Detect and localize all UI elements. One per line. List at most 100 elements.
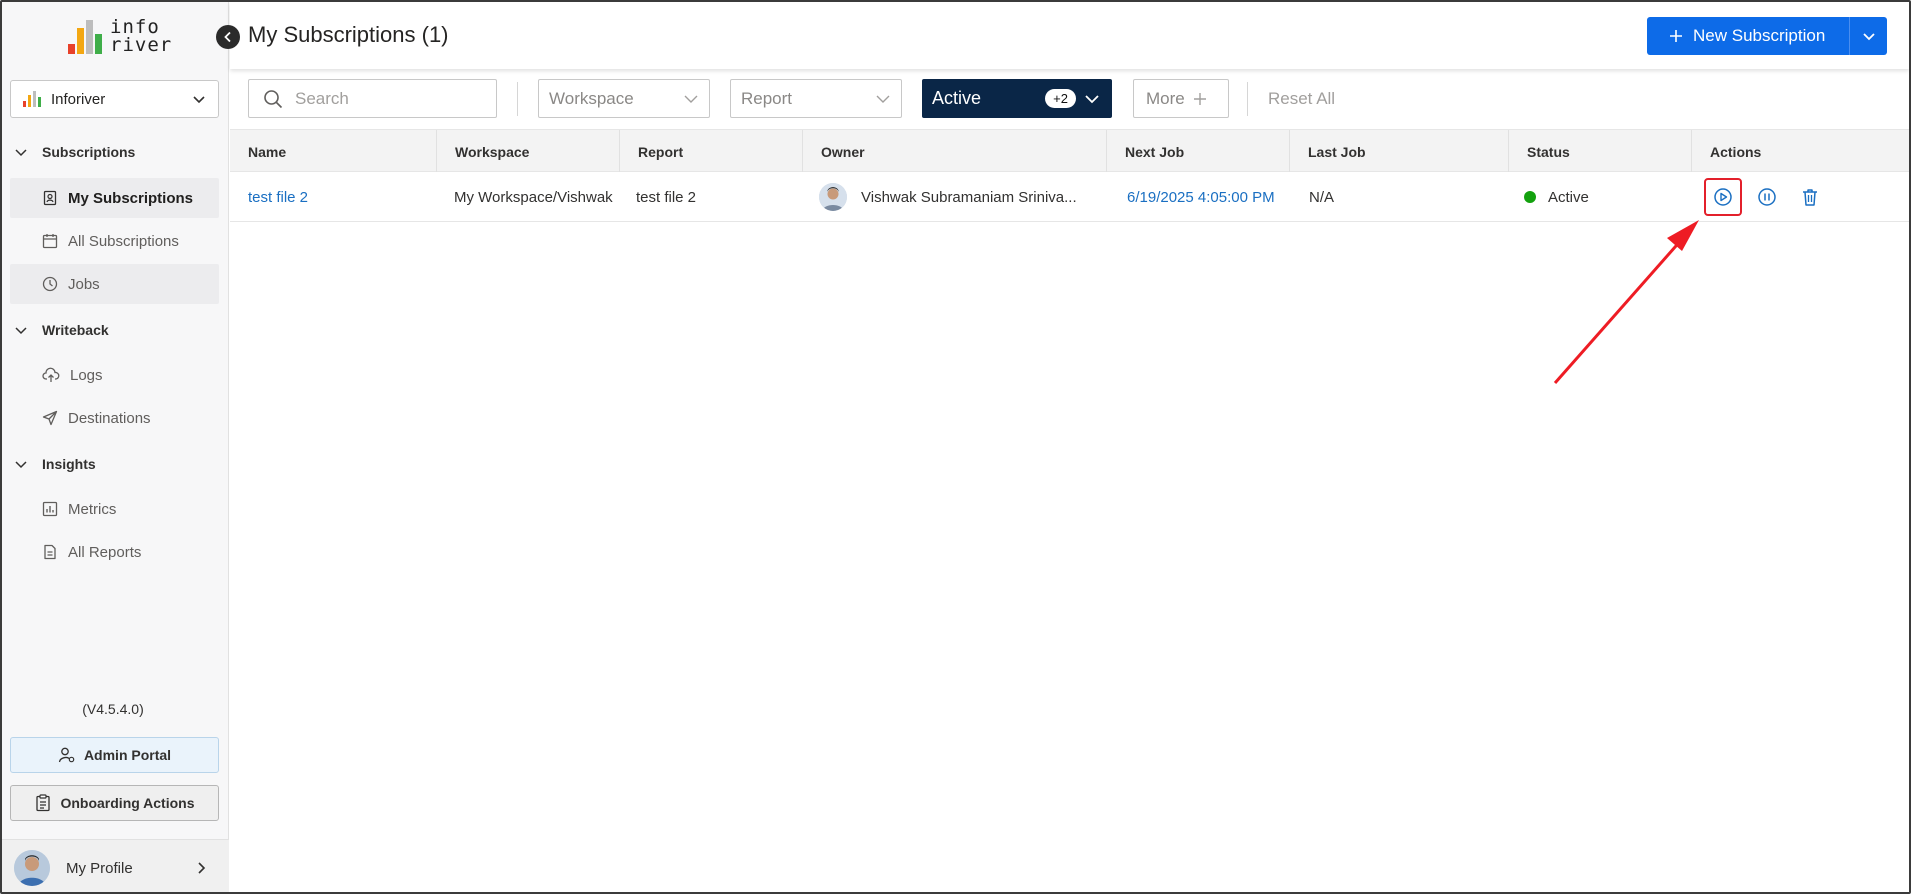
cloud-upload-icon [42,367,60,382]
chevron-right-icon [198,862,206,874]
sidebar: info river Inforiver Subscriptions My Su… [2,2,229,892]
search-icon [264,89,283,108]
section-writeback[interactable]: Writeback [2,315,229,345]
report-filter[interactable]: Report [730,79,902,118]
search-placeholder: Search [295,88,349,108]
plus-icon [1670,30,1682,42]
more-filters-button[interactable]: More [1133,79,1229,118]
column-header-owner[interactable]: Owner [803,130,1107,173]
section-label: Subscriptions [42,144,136,160]
owner-avatar [819,183,847,211]
chevron-down-icon [193,96,205,104]
new-subscription-button[interactable]: New Subscription [1647,17,1849,55]
app-window: info river Inforiver Subscriptions My Su… [0,0,1911,894]
admin-portal-button[interactable]: Admin Portal [10,737,219,773]
status-label: Active [1548,188,1589,206]
profile-label: My Profile [66,859,133,877]
new-subscription-split-button: New Subscription [1647,17,1887,55]
collapse-sidebar-button[interactable] [216,25,240,49]
bar-chart-icon [42,501,58,517]
section-label: Insights [42,456,96,472]
subscriptions-table: Name Workspace Report Owner Next Job Las… [230,129,1909,222]
filter-bar: Search Workspace Report Active +2 More R… [230,69,1909,129]
table-row: test file 2 My Workspace/Vishwak test fi… [230,172,1909,222]
reset-all-button[interactable]: Reset All [1268,89,1335,109]
admin-portal-label: Admin Portal [83,747,172,763]
owner-cell: Vishwak Subramaniam Sriniva... [819,172,1077,222]
workspace-select-label: Inforiver [51,90,106,108]
last-job-cell: N/A [1309,188,1335,206]
new-subscription-label: New Subscription [1693,26,1826,45]
status-dot-icon [1524,191,1536,203]
document-icon [44,544,56,560]
search-input[interactable]: Search [248,79,497,118]
page-title: My Subscriptions (1) [248,22,449,47]
plus-icon [1193,92,1206,105]
workspace-filter[interactable]: Workspace [538,79,710,118]
new-subscription-dropdown-button[interactable] [1849,17,1887,55]
sidebar-item-my-subscriptions[interactable]: My Subscriptions [10,178,219,218]
sidebar-item-metrics[interactable]: Metrics [10,489,219,529]
sidebar-item-logs[interactable]: Logs [10,355,219,395]
sidebar-item-label: My Subscriptions [68,189,194,207]
onboarding-actions-label: Onboarding Actions [60,795,195,811]
logo: info river [68,16,172,56]
report-cell: test file 2 [636,188,697,206]
section-label: Writeback [42,322,109,338]
column-header-next-job[interactable]: Next Job [1107,130,1290,173]
chevron-down-icon [1085,94,1099,103]
status-cell: Active [1524,172,1589,222]
play-circle-icon [1714,188,1732,206]
column-header-actions: Actions [1710,143,1762,160]
sidebar-item-all-reports[interactable]: All Reports [10,532,219,572]
workspace-filter-label: Workspace [549,88,634,108]
sidebar-item-label: Jobs [68,275,100,293]
workspace-select[interactable]: Inforiver [10,80,219,118]
user-settings-icon [58,747,75,763]
avatar [14,850,50,886]
table-header: Name Workspace Report Owner Next Job Las… [230,129,1909,173]
run-now-button[interactable] [1704,178,1742,216]
subscription-name-link[interactable]: test file 2 [248,172,308,222]
sidebar-item-label: All Reports [68,543,142,561]
trash-icon [1803,189,1817,206]
sidebar-item-all-subscriptions[interactable]: All Subscriptions [10,221,219,261]
logo-text-bottom: river [110,34,173,56]
sidebar-item-label: Metrics [68,500,117,518]
column-header-last-job[interactable]: Last Job [1290,130,1509,173]
my-profile-button[interactable]: My Profile [2,839,229,892]
delete-button[interactable] [1791,178,1829,216]
sidebar-item-destinations[interactable]: Destinations [10,398,219,438]
send-icon [42,410,58,426]
version-label: (V4.5.4.0) [82,701,144,717]
chevron-down-icon [684,95,698,103]
pause-circle-icon [1758,188,1776,206]
divider [517,82,518,116]
column-header-workspace[interactable]: Workspace [437,130,620,173]
chevron-down-icon [15,461,27,469]
sidebar-item-jobs[interactable]: Jobs [10,264,219,304]
section-insights[interactable]: Insights [2,449,229,479]
workspace-cell: My Workspace/Vishwak [454,188,613,206]
next-job-link[interactable]: 6/19/2025 4:05:00 PM [1127,172,1275,222]
sidebar-item-label: Destinations [68,409,151,427]
more-filters-label: More [1146,88,1185,108]
chevron-left-icon [224,31,231,43]
inforiver-icon [23,91,41,107]
column-header-report[interactable]: Report [620,130,803,173]
column-header-status[interactable]: Status [1509,130,1692,173]
section-subscriptions[interactable]: Subscriptions [2,137,229,167]
status-filter[interactable]: Active +2 [922,79,1112,118]
sidebar-item-label: All Subscriptions [68,232,179,250]
id-badge-icon [43,190,57,206]
clipboard-icon [36,794,51,812]
calendar-icon [42,234,58,249]
chevron-down-icon [876,95,890,103]
column-header-name[interactable]: Name [230,130,437,173]
chevron-down-icon [1862,33,1875,41]
sidebar-item-label: Logs [70,366,103,384]
pause-button[interactable] [1748,178,1786,216]
chevron-down-icon [15,149,27,157]
onboarding-actions-button[interactable]: Onboarding Actions [10,785,219,821]
clock-icon [42,276,58,292]
